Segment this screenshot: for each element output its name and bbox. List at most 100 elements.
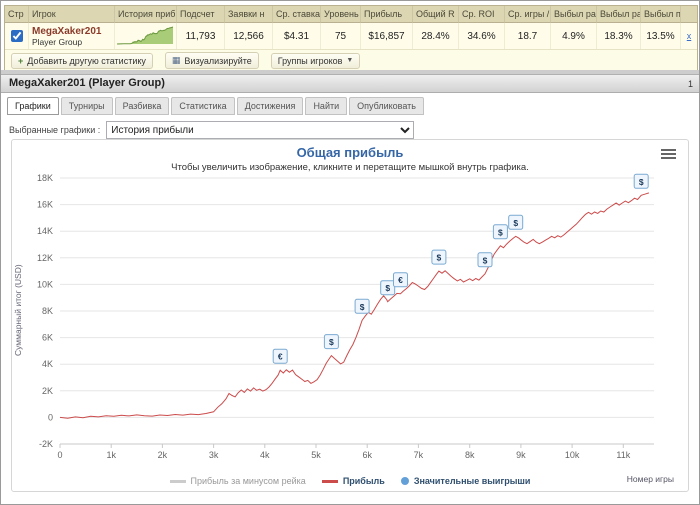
column-header-avg-roi[interactable]: Ср. ROI [459,6,505,23]
profit-sparkline [116,26,173,45]
page-indicator[interactable]: 1 [688,76,693,93]
visualize-button[interactable]: ▦ Визуализируйте [164,52,259,69]
svg-text:$: $ [498,227,503,237]
tab-publish[interactable]: Опубликовать [349,97,424,115]
svg-text:10K: 10K [37,279,53,289]
svg-text:2k: 2k [158,450,168,460]
column-header-level[interactable]: Уровень [321,6,361,23]
section-header: MegaXaker201 (Player Group) 1 [1,74,699,93]
player-group-label: Player Group [32,36,83,47]
svg-text:4k: 4k [260,450,270,460]
svg-text:10k: 10k [565,450,580,460]
player-cell: MegaXaker201 Player Group [29,23,115,49]
column-header-profit[interactable]: Прибыль [361,6,413,23]
count-value: 11,793 [177,23,225,49]
legend-label: Прибыль за минусом рейка [190,476,306,486]
svg-text:$: $ [513,218,518,228]
table-row: MegaXaker201 Player Group 11,793 12,566 … [5,23,697,49]
row-actions-cell: x [681,23,697,49]
avg-stake-value: $4.31 [273,23,321,49]
games-per-value: 18.7 [505,23,551,49]
dot-swatch-icon [400,477,409,485]
legend-item-profit[interactable]: Прибыль [321,476,385,486]
column-header[interactable]: Стр [5,6,29,23]
svg-text:12K: 12K [37,253,53,263]
column-header-entries[interactable]: Заявки н [225,6,273,23]
line-swatch-icon [321,479,338,483]
svg-text:$: $ [437,253,442,263]
column-header-games-per[interactable]: Ср. игры / [505,6,551,23]
legend-label: Прибыль [342,476,385,486]
column-header-count[interactable]: Подсчет [177,6,225,23]
svg-text:5k: 5k [311,450,321,460]
remove-row-icon[interactable]: x [687,31,692,41]
profit-line-chart[interactable]: -2K 0 2K 4K 6K 8K 10K 12K 14K 16K 18K 0 1k 2k 3k 4k 5k 6k… [14,172,678,464]
out-late-value: 13.5% [641,23,681,49]
player-name-link[interactable]: MegaXaker201 [32,26,102,37]
column-header-total-roi[interactable]: Общий R [413,6,459,23]
chart-select[interactable]: История прибыли [106,121,415,139]
svg-text:2K: 2K [42,386,53,396]
add-statistic-button[interactable]: + Добавить другую статистику [11,52,153,69]
svg-text:18K: 18K [37,173,53,183]
plus-icon: + [18,55,24,66]
chart-select-label: Выбранные графики : [9,125,101,135]
visualize-label: Визуализируйте [184,55,252,66]
x-axis-title: Номер игры [626,474,674,484]
sparkline-cell [115,23,177,49]
tab-tournaments[interactable]: Турниры [60,97,113,115]
chart-grid-icon: ▦ [171,55,181,65]
legend-item-rake[interactable]: Прибыль за минусом рейка [169,476,306,486]
chevron-down-icon: ▼ [346,57,354,64]
tab-statistics[interactable]: Статистика [171,97,235,115]
page: Стр Игрок История прибы Подсчет Заявки н… [0,0,700,505]
svg-text:11k: 11k [616,450,630,460]
legend-item-significant-wins[interactable]: Значительные выигрыши [400,476,531,486]
player-groups-button[interactable]: Группы игроков ▼ [270,52,361,69]
column-header-actions [681,6,697,23]
chart-panel: Общая прибыль Чтобы увеличить изображени… [11,139,689,492]
svg-text:16K: 16K [37,200,53,210]
column-header-player[interactable]: Игрок [29,6,115,23]
svg-text:6k: 6k [362,450,372,460]
out-early-1-value: 4.9% [551,23,597,49]
svg-text:6K: 6K [42,333,53,343]
svg-text:0: 0 [57,450,62,460]
svg-text:0: 0 [48,412,53,422]
svg-text:$: $ [360,302,365,312]
svg-text:$: $ [639,177,644,187]
svg-text:3k: 3k [209,450,219,460]
svg-text:7k: 7k [414,450,424,460]
svg-text:8k: 8k [465,450,475,460]
chart-title: Общая прибыль [296,145,404,160]
legend-label: Значительные выигрыши [413,476,531,486]
tab-achievements[interactable]: Достижения [236,97,304,115]
player-groups-label: Группы игроков [277,55,343,66]
avg-roi-value: 34.6% [459,23,505,49]
tab-find[interactable]: Найти [305,97,348,115]
tab-charts[interactable]: Графики [7,97,59,115]
add-statistic-label: Добавить другую статистику [27,55,146,66]
column-header-out-late[interactable]: Выбыл поз [641,6,681,23]
level-value: 75 [321,23,361,49]
svg-text:$: $ [385,283,390,293]
hamburger-menu-icon[interactable] [661,149,676,161]
column-header-avg-stake[interactable]: Ср. ставка [273,6,321,23]
tab-breakdown[interactable]: Разбивка [114,97,170,115]
svg-text:14K: 14K [37,226,53,236]
stats-table-header-row: Стр Игрок История прибы Подсчет Заявки н… [5,6,697,23]
tab-bar: Графики Турниры Разбивка Статистика Дост… [7,97,699,115]
table-toolbar: + Добавить другую статистику ▦ Визуализи… [5,49,697,71]
svg-text:9k: 9k [516,450,526,460]
svg-text:€: € [398,275,403,285]
svg-text:-2K: -2K [39,439,53,449]
row-select-checkbox[interactable] [10,30,23,42]
column-header-out-early-1[interactable]: Выбыл ран [551,6,597,23]
row-select-cell [5,23,29,49]
svg-text:4K: 4K [42,359,53,369]
svg-text:8K: 8K [42,306,53,316]
column-header-out-early-2[interactable]: Выбыл ран [597,6,641,23]
svg-text:$: $ [483,255,488,265]
out-early-2-value: 18.3% [597,23,641,49]
column-header-profit-history[interactable]: История прибы [115,6,177,23]
